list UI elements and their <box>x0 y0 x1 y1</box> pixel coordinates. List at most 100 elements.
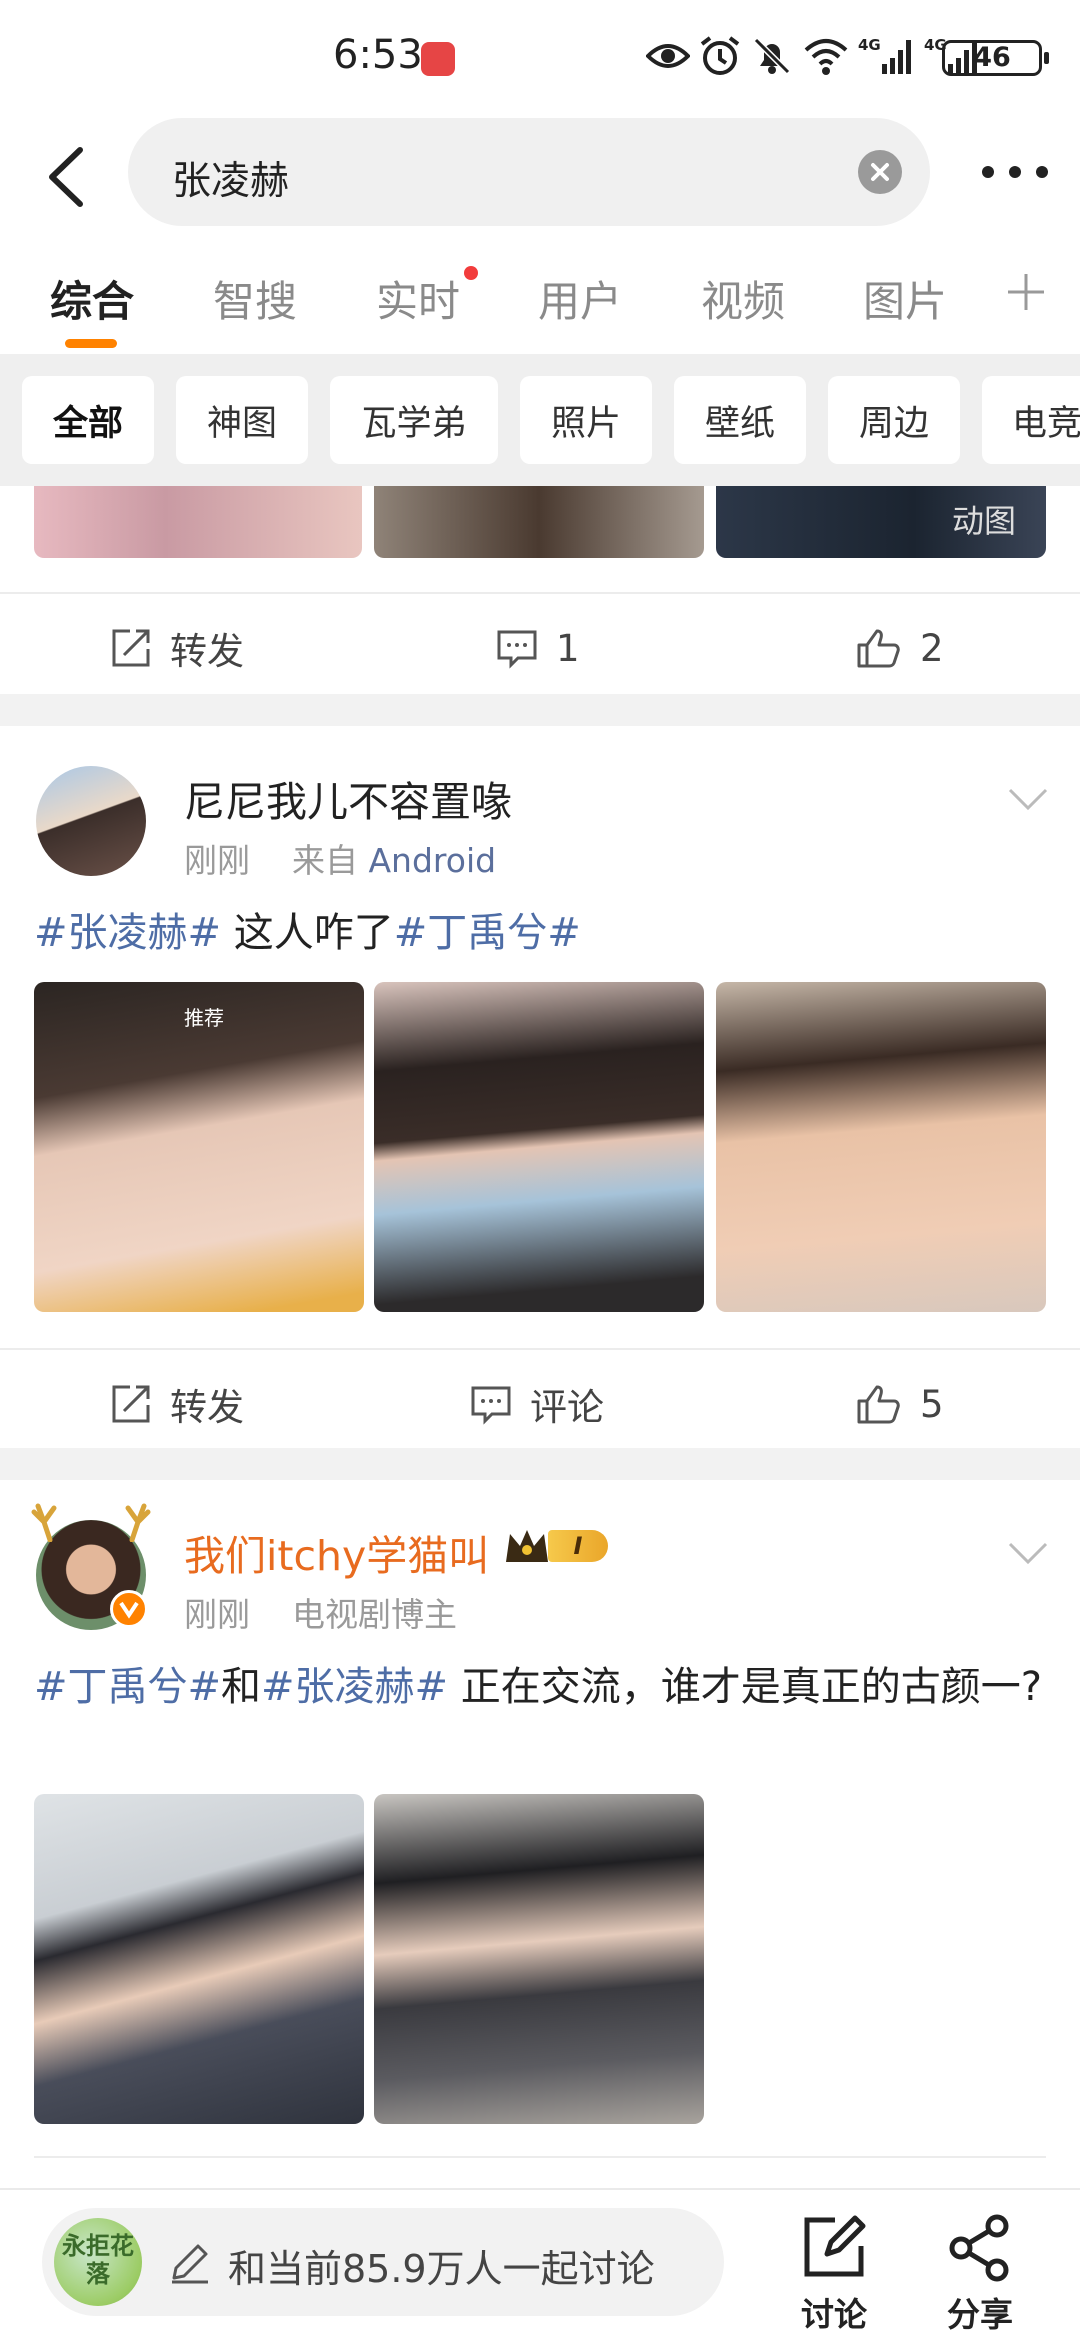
active-tab-indicator <box>65 339 117 348</box>
clear-search-button[interactable] <box>858 150 902 194</box>
comment-button[interactable]: 评论 <box>470 1376 604 1432</box>
repost-button[interactable]: 转发 <box>110 1376 244 1432</box>
post-source: Android <box>368 841 497 880</box>
status-time: 6:53 <box>333 32 423 78</box>
like-count: 5 <box>920 1382 944 1426</box>
filter-chips: 全部 神图 瓦学弟 照片 壁纸 周边 电竞 <box>0 354 1080 486</box>
avatar[interactable] <box>36 766 146 876</box>
tab-comprehensive[interactable]: 综合 <box>50 268 134 329</box>
topic-avatar: 永拒花落 <box>54 2218 142 2306</box>
comment-count: 1 <box>556 626 580 670</box>
verified-badge <box>110 1590 148 1628</box>
post-meta: 刚刚 来自 Android <box>184 834 496 882</box>
repost-icon <box>112 1385 150 1423</box>
post-time: 刚刚 <box>184 841 250 880</box>
add-tab-button[interactable] <box>1004 270 1048 314</box>
discuss-button[interactable]: 讨论 <box>784 2204 884 2334</box>
topic-link[interactable]: #丁禹兮# <box>394 910 581 956</box>
battery-indicator: 46 <box>942 40 1049 76</box>
tab-realtime[interactable]: 实时 <box>376 268 460 329</box>
post-text: #张凌赫# 这人咋了#丁禹兮# <box>34 910 581 956</box>
chevron-down-icon[interactable] <box>1006 1540 1050 1566</box>
topic-avatar-text: 永拒花落 <box>62 2232 134 2288</box>
divider <box>34 2156 1046 2158</box>
user-name[interactable]: 我们itchy学猫叫 <box>184 1522 489 1582</box>
chip-esports[interactable]: 电竞 <box>982 376 1080 464</box>
chip-wallpaper[interactable]: 壁纸 <box>674 376 806 464</box>
post-image[interactable] <box>374 982 704 1312</box>
verified-check-icon <box>119 1601 139 1619</box>
share-icon <box>949 2214 1009 2282</box>
repost-label: 转发 <box>170 630 244 673</box>
source-prefix: 来自 <box>291 841 358 880</box>
discuss-prompt: 和当前85.9万人一起讨论 <box>228 2247 655 2291</box>
status-icons: 4G 4G 46 <box>640 34 1080 78</box>
thumbs-up-icon <box>857 629 900 668</box>
post-card[interactable]: 我们itchy学猫叫 I 刚刚 电视剧博主 #丁禹兮#和#张凌赫# 正在交流，谁… <box>0 1480 1080 2188</box>
like-button[interactable]: 5 <box>856 1376 944 1432</box>
search-tabs: 综合 智搜 实时 用户 视频 图片 <box>0 236 1080 354</box>
post-time: 刚刚 <box>184 1595 250 1634</box>
like-count: 2 <box>920 626 944 670</box>
topic-link[interactable]: #丁禹兮# <box>34 1664 221 1710</box>
post-text: #丁禹兮#和#张凌赫# 正在交流，谁才是真正的古颜一? <box>34 1664 1043 1710</box>
antler-decoration-icon <box>31 1503 151 1542</box>
vip-badge[interactable]: I <box>502 1524 610 1568</box>
post-image[interactable] <box>374 486 704 558</box>
comment-icon <box>497 630 537 669</box>
tab-videos[interactable]: 视频 <box>701 268 785 329</box>
comment-label: 评论 <box>530 1386 604 1429</box>
post-image[interactable] <box>374 1794 704 2124</box>
discuss-label: 讨论 <box>801 2295 867 2334</box>
alarm-icon <box>700 36 740 75</box>
new-indicator-dot <box>464 266 478 280</box>
tab-images[interactable]: 图片 <box>863 268 947 329</box>
chip-merch[interactable]: 周边 <box>828 376 960 464</box>
user-tag: 电视剧博主 <box>291 1595 457 1634</box>
chip-all[interactable]: 全部 <box>22 376 154 464</box>
post-image[interactable]: 动图 <box>716 486 1046 558</box>
post-image[interactable] <box>34 486 362 558</box>
tab-smart-search[interactable]: 智搜 <box>213 268 297 329</box>
post-image[interactable]: 推荐 <box>34 982 364 1312</box>
mute-icon <box>753 37 791 75</box>
chip-valorant[interactable]: 瓦学弟 <box>330 376 498 464</box>
like-button[interactable]: 2 <box>856 620 944 676</box>
share-label: 分享 <box>947 2295 1013 2334</box>
edit-icon <box>804 2215 866 2277</box>
post-actions: 转发 1 2 <box>0 592 1080 702</box>
chip-meme[interactable]: 神图 <box>176 376 308 464</box>
repost-label: 转发 <box>170 1386 244 1429</box>
chip-photos[interactable]: 照片 <box>520 376 652 464</box>
close-icon <box>871 163 889 181</box>
post-image[interactable] <box>716 982 1046 1312</box>
user-name[interactable]: 尼尼我儿不容置喙 <box>184 768 512 828</box>
bottom-bar: 永拒花落 和当前85.9万人一起讨论 讨论 分享 <box>0 2188 1080 2338</box>
pencil-icon <box>172 2244 208 2284</box>
chevron-down-icon[interactable] <box>1006 786 1050 812</box>
image-overlay-label: 推荐 <box>184 1006 224 1030</box>
post-meta: 刚刚 电视剧博主 <box>184 1588 457 1636</box>
discuss-input[interactable]: 永拒花落 和当前85.9万人一起讨论 <box>42 2208 724 2316</box>
more-options-button[interactable] <box>980 162 1050 182</box>
comment-icon <box>471 1386 511 1425</box>
search-header: 张凌赫 <box>0 118 1080 236</box>
topic-link[interactable]: #张凌赫# <box>34 910 221 956</box>
gif-badge: 动图 <box>951 502 1016 540</box>
repost-button[interactable]: 转发 <box>110 620 244 676</box>
back-button[interactable] <box>38 142 98 212</box>
eye-icon <box>646 44 690 68</box>
thumbs-up-icon <box>857 1385 900 1424</box>
search-query: 张凌赫 <box>172 159 290 204</box>
comment-button[interactable]: 1 <box>496 620 580 676</box>
tab-users[interactable]: 用户 <box>538 268 622 329</box>
search-input[interactable]: 张凌赫 <box>128 118 930 226</box>
post-card[interactable]: 尼尼我儿不容置喙 刚刚 来自 Android #张凌赫# 这人咋了#丁禹兮# 推… <box>0 726 1080 1448</box>
post-image[interactable] <box>34 1794 364 2124</box>
topic-link[interactable]: #张凌赫# <box>261 1664 448 1710</box>
share-button[interactable]: 分享 <box>930 2204 1030 2334</box>
signal-icon-1: 4G <box>858 36 911 74</box>
post-actions: 转发 评论 5 <box>0 1348 1080 1458</box>
post-card[interactable]: 动图 转发 1 2 <box>0 486 1080 694</box>
crown-icon <box>506 1530 548 1562</box>
